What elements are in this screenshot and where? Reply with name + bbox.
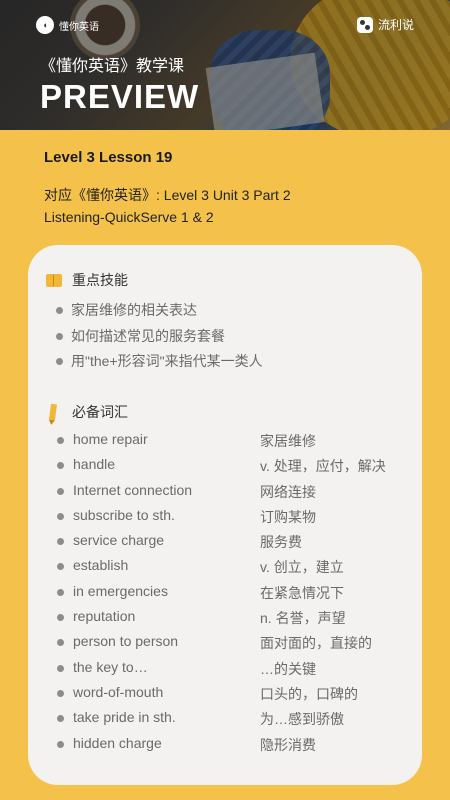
vocab-meaning: 网络连接: [260, 483, 316, 500]
vocab-term: word-of-mouth: [57, 684, 163, 700]
pencil-icon: [48, 403, 58, 421]
vocab-row: reputation n. 名誉，声望: [57, 608, 417, 633]
vocab-row: the key to… …的关键: [57, 659, 417, 684]
vocab-meaning: 为…感到骄傲: [260, 711, 344, 728]
header-banner: ◖ 懂你英语 流利说 《懂你英语》教学课 PREVIEW: [0, 0, 450, 130]
skills-list: 家居维修的相关表达 如何描述常见的服务套餐 用"the+形容词"来指代某一类人: [56, 301, 263, 378]
vocab-term: handle: [57, 456, 115, 472]
app-logo: ◖ 懂你英语: [36, 16, 99, 34]
vocab-term: take pride in sth.: [57, 709, 176, 725]
vocab-meaning: 面对面的，直接的: [260, 635, 372, 652]
lesson-mapping-line2: Listening-QuickServe 1 & 2: [44, 209, 214, 225]
brand-icon: [356, 16, 373, 33]
vocab-heading: 必备词汇: [48, 402, 128, 422]
vocab-list: home repair 家居维修 handle v. 处理，应付，解决 Intern…: [57, 431, 417, 760]
vocab-term: subscribe to sth.: [57, 507, 175, 523]
vocab-meaning: 订购某物: [260, 508, 316, 525]
vocab-term: Internet connection: [57, 482, 192, 498]
book-icon: [46, 273, 62, 287]
lesson-title: Level 3 Lesson 19: [44, 149, 173, 166]
content-card: 重点技能 家居维修的相关表达 如何描述常见的服务套餐 用"the+形容词"来指代…: [28, 245, 422, 785]
logo-text: 懂你英语: [59, 21, 99, 33]
vocab-meaning: 服务费: [260, 534, 302, 551]
vocab-row: take pride in sth. 为…感到骄傲: [57, 709, 417, 734]
vocab-meaning: 口头的，口碑的: [260, 685, 358, 702]
vocab-term: person to person: [57, 633, 178, 649]
preview-title: PREVIEW: [40, 78, 200, 115]
vocab-row: handle v. 处理，应付，解决: [57, 456, 417, 481]
vocab-meaning: …的关键: [260, 660, 316, 677]
vocab-term: the key to…: [57, 659, 148, 675]
vocab-term: hidden charge: [57, 735, 162, 751]
vocab-term: reputation: [57, 608, 135, 624]
skills-heading-label: 重点技能: [72, 272, 128, 288]
vocab-row: establish v. 创立，建立: [57, 557, 417, 582]
vocab-meaning: v. 处理，应付，解决: [260, 458, 386, 475]
vocab-term: service charge: [57, 532, 164, 548]
vocab-term: in emergencies: [57, 583, 168, 599]
vocab-meaning: 在紧急情况下: [260, 584, 344, 601]
vocab-row: word-of-mouth 口头的，口碑的: [57, 684, 417, 709]
brand-text: 流利说: [377, 18, 414, 32]
vocab-row: Internet connection 网络连接: [57, 482, 417, 507]
skills-heading: 重点技能: [46, 270, 128, 290]
vocab-heading-label: 必备词汇: [72, 404, 128, 420]
skill-item: 家居维修的相关表达: [56, 301, 263, 327]
lesson-mapping-line1: 对应《懂你英语》: Level 3 Unit 3 Part 2: [44, 187, 291, 203]
skill-item: 如何描述常见的服务套餐: [56, 327, 263, 353]
vocab-row: hidden charge 隐形消费: [57, 735, 417, 760]
vocab-row: in emergencies 在紧急情况下: [57, 583, 417, 608]
vocab-row: person to person 面对面的，直接的: [57, 633, 417, 658]
vocab-meaning: n. 名誉，声望: [260, 610, 346, 627]
vocab-term: establish: [57, 557, 128, 573]
vocab-row: subscribe to sth. 订购某物: [57, 507, 417, 532]
vocab-term: home repair: [57, 431, 148, 447]
logo-icon: ◖: [36, 16, 54, 34]
vocab-meaning: 隐形消费: [260, 736, 316, 753]
skill-item: 用"the+形容词"来指代某一类人: [56, 352, 263, 378]
vocab-meaning: 家居维修: [260, 433, 316, 449]
brand-logo: 流利说: [356, 16, 414, 33]
course-title: 《懂你英语》教学课: [40, 58, 185, 75]
vocab-row: service charge 服务费: [57, 532, 417, 557]
vocab-meaning: v. 创立，建立: [260, 559, 344, 576]
vocab-row: home repair 家居维修: [57, 431, 417, 456]
